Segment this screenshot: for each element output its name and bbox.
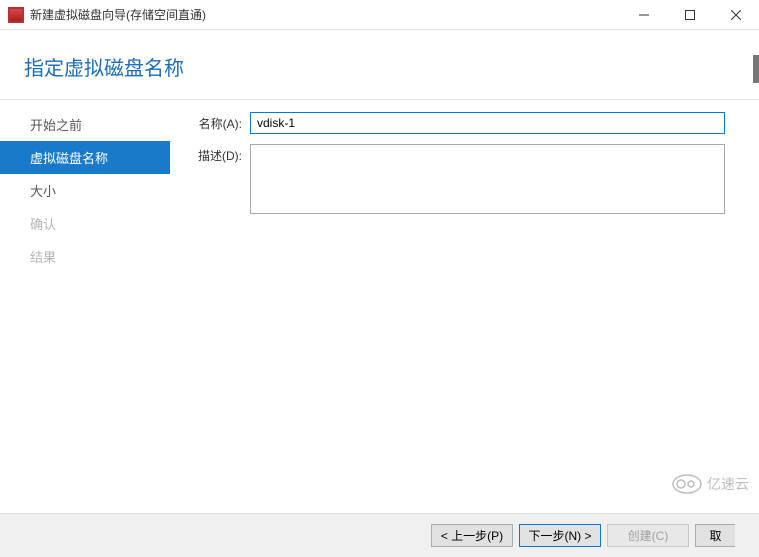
- description-label: 描述(D):: [170, 144, 250, 214]
- name-input[interactable]: [250, 112, 725, 134]
- form-area: 名称(A): 描述(D):: [170, 100, 759, 513]
- step-before-begin[interactable]: 开始之前: [0, 108, 170, 141]
- close-button[interactable]: [713, 0, 759, 29]
- titlebar: 新建虚拟磁盘向导(存储空间直通): [0, 0, 759, 30]
- next-button[interactable]: 下一步(N) >: [519, 524, 601, 547]
- minimize-button[interactable]: [621, 0, 667, 29]
- window-controls: [621, 0, 759, 29]
- name-label: 名称(A):: [170, 112, 250, 134]
- previous-button[interactable]: < 上一步(P): [431, 524, 513, 547]
- wizard-footer: < 上一步(P) 下一步(N) > 创建(C) 取: [0, 513, 759, 557]
- step-vdisk-name[interactable]: 虚拟磁盘名称: [0, 141, 170, 174]
- create-button: 创建(C): [607, 524, 689, 547]
- step-confirm: 确认: [0, 207, 170, 240]
- description-input[interactable]: [250, 144, 725, 214]
- wizard-steps-sidebar: 开始之前 虚拟磁盘名称 大小 确认 结果: [0, 100, 170, 513]
- step-result: 结果: [0, 240, 170, 273]
- step-size[interactable]: 大小: [0, 174, 170, 207]
- app-icon: [8, 7, 24, 23]
- maximize-button[interactable]: [667, 0, 713, 29]
- cancel-button[interactable]: 取: [695, 524, 735, 547]
- window-title: 新建虚拟磁盘向导(存储空间直通): [30, 6, 621, 23]
- page-title: 指定虚拟磁盘名称: [24, 52, 759, 81]
- header: 指定虚拟磁盘名称: [0, 30, 759, 100]
- scrollbar-hint: [753, 55, 759, 83]
